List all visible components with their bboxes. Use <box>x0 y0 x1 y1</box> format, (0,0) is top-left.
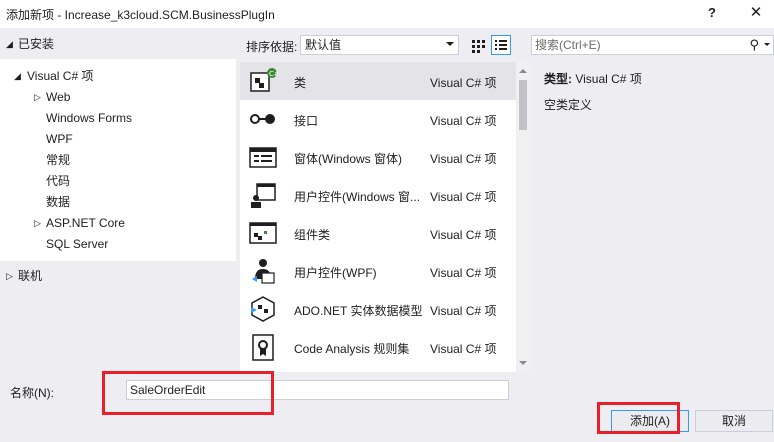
template-type: Visual C# 项 <box>430 114 497 128</box>
title-bar: 添加新项 - Increase_k3cloud.SCM.BusinessPlug… <box>0 0 774 28</box>
windows-form-icon <box>249 147 277 168</box>
scroll-up-arrow-icon[interactable] <box>519 69 527 73</box>
template-type: Visual C# 项 <box>430 304 497 318</box>
tree-online-label: 联机 <box>18 269 43 283</box>
expanded-arrow-icon: ◢ <box>6 39 13 49</box>
class-icon: C# <box>250 68 278 92</box>
tree-installed-node[interactable]: ◢ 已安装 <box>0 34 236 54</box>
close-button[interactable]: ✕ <box>742 3 770 23</box>
template-row-class[interactable]: C# 类 Visual C# 项 <box>240 62 516 100</box>
collapsed-arrow-icon: ▷ <box>34 218 41 228</box>
entity-model-icon <box>251 296 275 322</box>
template-name: 类 <box>294 76 307 90</box>
template-row-ado-entity-model[interactable]: ADO.NET 实体数据模型 Visual C# 项 <box>240 290 516 328</box>
template-name: 用户控件(WPF) <box>294 266 377 280</box>
tree-item-windows-forms[interactable]: Windows Forms <box>0 108 236 128</box>
name-label: 名称(N): <box>10 386 54 400</box>
tree-online-node[interactable]: ▷ 联机 <box>0 266 236 286</box>
grid-view-icon <box>472 40 485 53</box>
tree-item-label: Visual C# 项 <box>27 66 94 86</box>
detail-type-value: Visual C# 项 <box>575 72 642 86</box>
chevron-down-icon[interactable] <box>764 43 770 46</box>
search-input[interactable] <box>535 37 735 53</box>
sort-dropdown[interactable]: 默认值 <box>300 35 459 55</box>
scroll-down-arrow-icon[interactable] <box>519 361 527 365</box>
expanded-arrow-icon: ◢ <box>14 71 21 81</box>
tree-item-label: Web <box>46 90 71 104</box>
sort-label: 排序依据: <box>246 40 298 54</box>
search-box[interactable]: ⚲ <box>531 35 774 55</box>
collapsed-arrow-icon: ▷ <box>34 92 41 102</box>
scrollbar-thumb[interactable] <box>519 80 527 130</box>
template-tree: ◢ Visual C# 项 ▷ Web Windows Forms WPF 常规… <box>0 59 236 261</box>
tree-item-general[interactable]: 常规 <box>0 150 236 170</box>
template-name: 用户控件(Windows 窗... <box>294 190 421 204</box>
detail-type: 类型: Visual C# 项 <box>544 70 642 87</box>
tree-installed-label: 已安装 <box>18 37 55 51</box>
ruleset-icon <box>252 334 274 361</box>
tree-item-wpf[interactable]: WPF <box>0 129 236 149</box>
sort-value: 默认值 <box>305 38 342 52</box>
template-row-code-analysis-ruleset[interactable]: Code Analysis 规则集 Visual C# 项 <box>240 328 516 366</box>
template-row-interface[interactable]: 接口 Visual C# 项 <box>240 100 516 138</box>
template-type: Visual C# 项 <box>430 228 497 242</box>
tree-item-label: SQL Server <box>46 237 109 251</box>
template-name: ADO.NET 实体数据模型 <box>294 304 423 318</box>
name-field-highlight <box>102 371 274 415</box>
tree-item-label: Windows Forms <box>46 111 133 125</box>
tree-item-label: 常规 <box>46 153 71 167</box>
template-name: 组件类 <box>294 228 331 242</box>
user-control-wpf-icon <box>252 259 275 284</box>
help-button[interactable]: ? <box>698 3 726 23</box>
detail-description: 空类定义 <box>544 98 593 112</box>
template-list-scrollbar[interactable] <box>516 62 530 372</box>
template-type: Visual C# 项 <box>430 266 497 280</box>
template-row-component-class[interactable]: 组件类 Visual C# 项 <box>240 214 516 252</box>
list-view-icon <box>495 40 507 50</box>
add-button-highlight <box>597 402 680 434</box>
tree-item-label: WPF <box>46 132 73 146</box>
tree-item-web[interactable]: ▷ Web <box>0 87 236 107</box>
component-class-icon <box>249 222 277 244</box>
user-control-icon <box>251 183 276 208</box>
tree-item-aspnet-core[interactable]: ▷ ASP.NET Core <box>0 213 236 233</box>
tree-item-data[interactable]: 数据 <box>0 192 236 212</box>
tree-item-label: 代码 <box>46 174 71 188</box>
template-type: Visual C# 项 <box>430 152 497 166</box>
tree-item-label: 数据 <box>46 195 71 209</box>
cancel-button[interactable]: 取消 <box>695 410 773 432</box>
tree-item-sql-server[interactable]: SQL Server <box>0 234 236 254</box>
template-list: C# 类 Visual C# 项 接口 Visual C# 项 窗体(Windo… <box>240 62 530 372</box>
template-name: Code Analysis 规则集 <box>294 342 410 356</box>
search-icon[interactable]: ⚲ <box>749 37 759 53</box>
chevron-down-icon <box>446 42 454 46</box>
details-panel: 类型: Visual C# 项 空类定义 <box>534 62 774 372</box>
list-view-button[interactable] <box>491 35 511 55</box>
svg-text:C#: C# <box>269 70 278 78</box>
template-type: Visual C# 项 <box>430 342 497 356</box>
template-row-windows-form[interactable]: 窗体(Windows 窗体) Visual C# 项 <box>240 138 516 176</box>
template-type: Visual C# 项 <box>430 76 497 90</box>
template-type: Visual C# 项 <box>430 190 497 204</box>
interface-icon <box>250 114 275 124</box>
tree-item-label: ASP.NET Core <box>46 216 125 230</box>
tree-item-code[interactable]: 代码 <box>0 171 236 191</box>
template-row-user-control-wpf[interactable]: 用户控件(WPF) Visual C# 项 <box>240 252 516 290</box>
tree-item-visual-csharp[interactable]: ◢ Visual C# 项 <box>0 66 236 86</box>
detail-type-label: 类型: <box>544 72 572 86</box>
collapsed-arrow-icon: ▷ <box>6 271 13 281</box>
grid-view-button[interactable] <box>467 35 487 55</box>
template-row-user-control-winforms[interactable]: 用户控件(Windows 窗... Visual C# 项 <box>240 176 516 214</box>
window-title: 添加新项 - Increase_k3cloud.SCM.BusinessPlug… <box>6 8 275 22</box>
template-name: 窗体(Windows 窗体) <box>294 152 403 166</box>
template-name: 接口 <box>294 114 319 128</box>
